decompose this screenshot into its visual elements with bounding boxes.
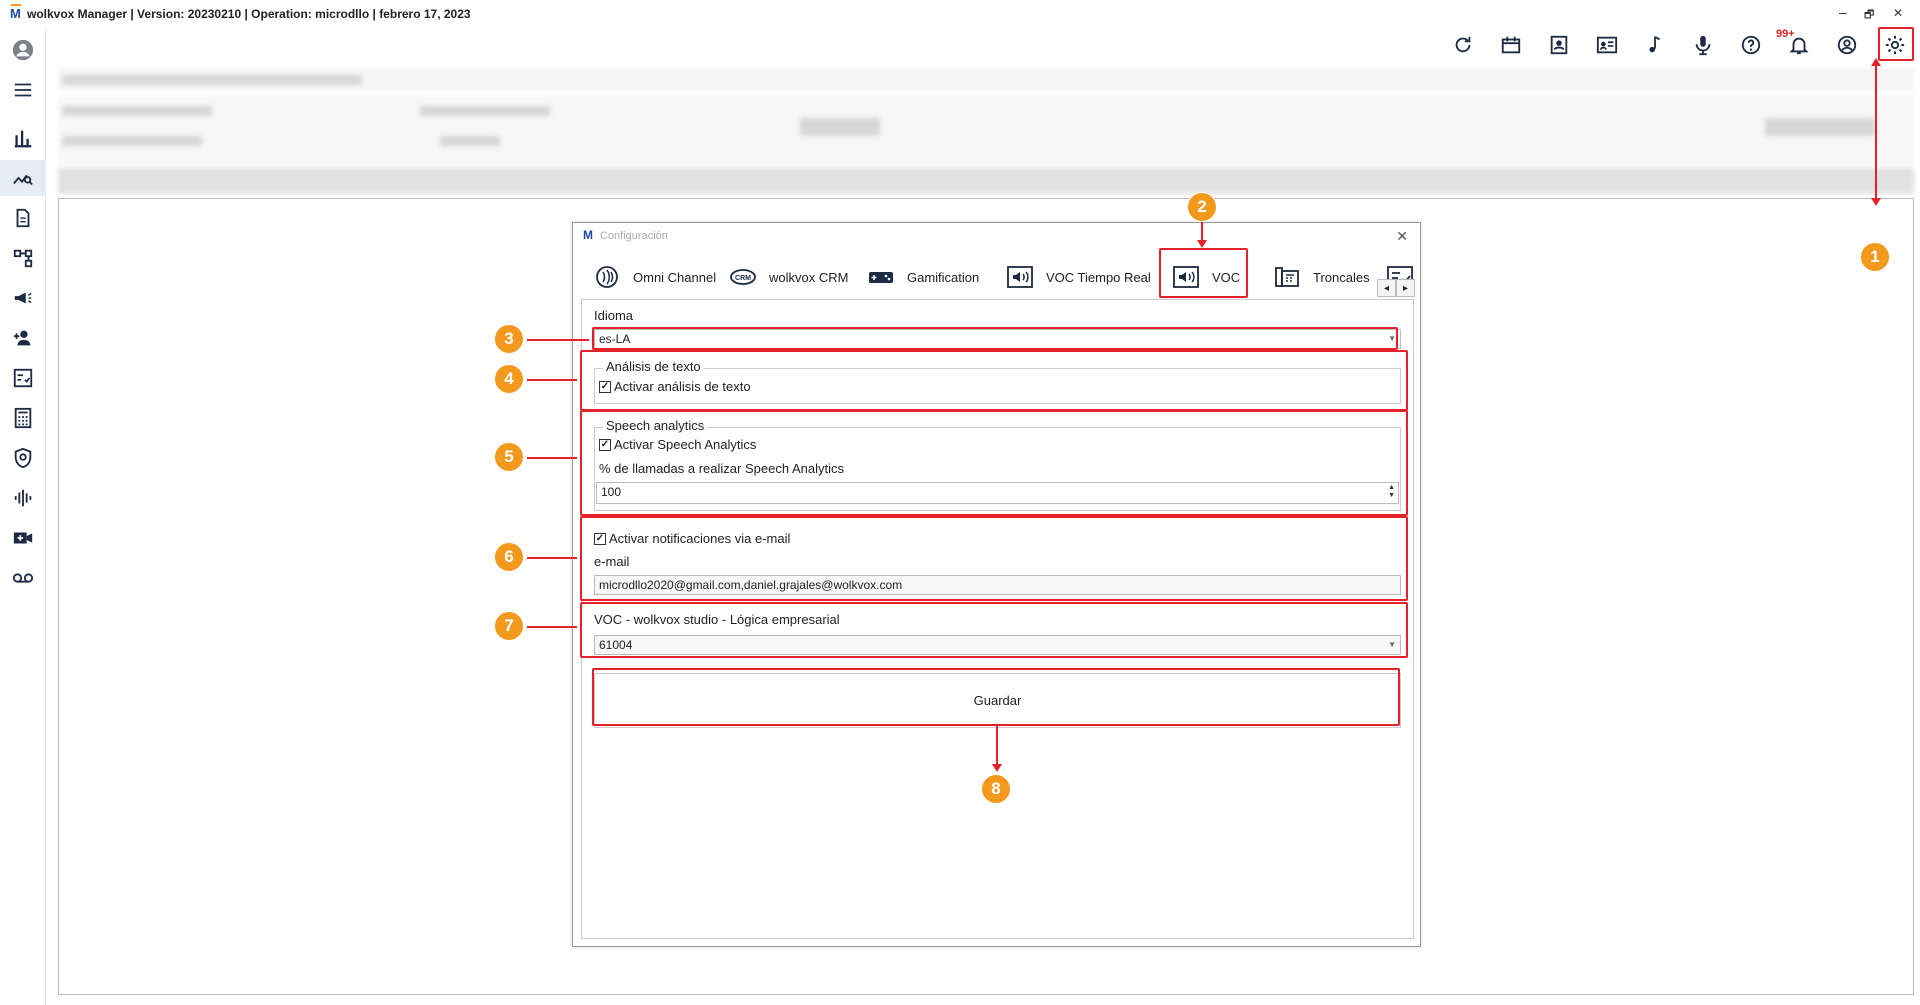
dialog-logo: M (583, 228, 593, 242)
ticket-icon[interactable] (1496, 30, 1526, 60)
callout-2: 2 (1187, 192, 1217, 222)
arrow-line (527, 626, 577, 628)
avatar-icon[interactable] (0, 32, 46, 68)
tab-label: Gamification (907, 269, 980, 285)
callout-6: 6 (494, 542, 524, 572)
tab-troncales[interactable]: Troncales (1273, 259, 1370, 295)
id-card-icon[interactable] (1592, 30, 1622, 60)
contacts-book-icon[interactable] (1544, 30, 1574, 60)
blurred-text (440, 136, 500, 146)
calculator-icon[interactable] (0, 400, 46, 436)
analytics-search-icon[interactable] (0, 160, 46, 196)
tab-label: wolkvox CRM (769, 269, 849, 285)
blurred-table-header (58, 168, 1914, 194)
arrow-line (527, 557, 577, 559)
tab-wolkvox-crm[interactable]: CRM wolkvox CRM (729, 259, 848, 295)
arrow-head-down (992, 764, 1002, 772)
callout-5: 5 (494, 442, 524, 472)
user-circle-icon[interactable] (1832, 30, 1862, 60)
highlight-save (592, 668, 1400, 726)
arrow-line (527, 339, 589, 341)
dialog-title: Configuración (600, 230, 668, 242)
title-bar: M wolkvox Manager | Version: 20230210 | … (0, 0, 1920, 28)
callout-4: 4 (494, 364, 524, 394)
document-icon[interactable] (0, 200, 46, 236)
arrow-head-up (1871, 58, 1881, 66)
gamepad-icon (867, 264, 895, 290)
highlight-settings (1878, 27, 1914, 61)
idioma-label: Idioma (594, 308, 634, 323)
crm-icon: CRM (729, 264, 757, 290)
arrow-head-down (1871, 198, 1881, 206)
help-icon[interactable] (1736, 30, 1766, 60)
callout-7: 7 (494, 611, 524, 641)
dialog-close-button[interactable]: ✕ (1396, 228, 1408, 245)
blurred-text (62, 136, 202, 146)
tab-label: Troncales (1313, 269, 1370, 285)
user-add-icon[interactable] (0, 320, 46, 356)
bar-chart-icon[interactable] (0, 120, 46, 156)
arrow-head-down (1197, 240, 1207, 248)
notification-badge: 99+ (1776, 28, 1795, 40)
highlight-studio (580, 602, 1408, 658)
microphone-icon[interactable] (1688, 30, 1718, 60)
highlight-text-analysis (580, 350, 1408, 411)
tab-scroll-right-button[interactable]: ▸ (1396, 279, 1415, 297)
blurred-summary-row (58, 95, 1914, 165)
arrow-line (996, 726, 998, 768)
tab-gamification[interactable]: Gamification (867, 259, 979, 295)
shield-icon[interactable] (0, 440, 46, 476)
voicemail-icon[interactable] (0, 560, 46, 596)
sidebar (0, 28, 46, 1005)
omni-channel-icon (593, 264, 621, 290)
arrow-line (1875, 62, 1877, 198)
svg-text:CRM: CRM (735, 275, 751, 282)
app-logo: M (10, 4, 21, 21)
highlight-voc-tab (1159, 248, 1248, 298)
tab-scroll-left-button[interactable]: ◂ (1377, 279, 1396, 297)
blurred-text (800, 118, 880, 136)
callout-3: 3 (494, 324, 524, 354)
close-window-button[interactable]: ✕ (1893, 6, 1903, 20)
checklist-icon[interactable] (0, 360, 46, 396)
speaker-realtime-icon (1006, 264, 1034, 290)
callout-8: 8 (981, 774, 1011, 804)
callout-1: 1 (1860, 242, 1890, 272)
phone-trunk-icon (1273, 264, 1301, 290)
video-add-icon[interactable] (0, 520, 46, 556)
blurred-text (62, 75, 362, 85)
tab-bar: Omni Channel CRM wolkvox CRM Gamificatio… (581, 259, 1414, 295)
blurred-text (62, 106, 212, 116)
blurred-text (420, 106, 550, 116)
minimize-button[interactable]: – (1839, 4, 1847, 20)
menu-icon[interactable] (0, 72, 46, 108)
arrow-line (527, 457, 577, 459)
refresh-icon[interactable] (1448, 30, 1478, 60)
blurred-text (1765, 118, 1875, 136)
megaphone-icon[interactable] (0, 280, 46, 316)
tab-label: Omni Channel (633, 269, 717, 285)
arrow-line (527, 379, 577, 381)
tab-label: VOC Tiempo Real (1046, 269, 1151, 285)
music-note-icon[interactable] (1640, 30, 1670, 60)
restore-button[interactable]: 🗗 (1864, 6, 1874, 25)
highlight-email (580, 516, 1408, 601)
highlight-speech-analytics (580, 410, 1408, 516)
audio-wave-icon[interactable] (0, 480, 46, 516)
flow-diagram-icon[interactable] (0, 240, 46, 276)
window-title: wolkvox Manager | Version: 20230210 | Op… (27, 7, 471, 21)
tab-omni-channel[interactable]: Omni Channel (593, 259, 716, 295)
highlight-idioma (592, 327, 1398, 350)
tab-voc-tiempo-real[interactable]: VOC Tiempo Real (1006, 259, 1151, 295)
